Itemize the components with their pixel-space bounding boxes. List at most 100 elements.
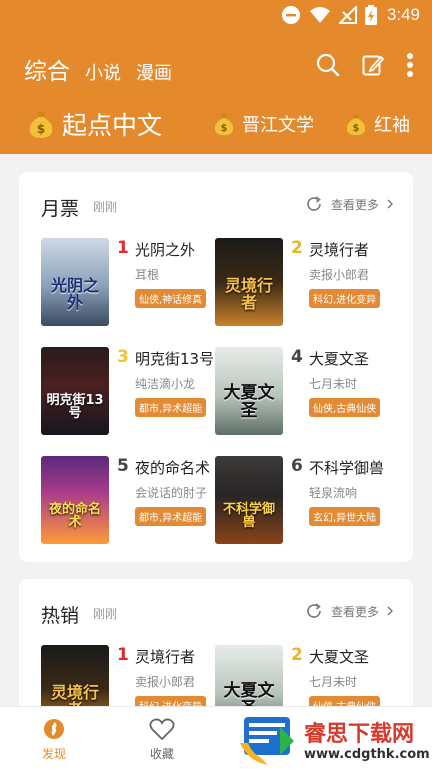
book-author: 会说话的肘子 <box>135 486 208 500</box>
status-icons: 3:49 <box>281 5 420 25</box>
edit-icon[interactable] <box>362 54 384 76</box>
cover-title: 灵境行者 <box>224 276 273 313</box>
nav-label: 收藏 <box>149 747 174 761</box>
status-time: 3:49 <box>386 5 420 24</box>
source-tabs: $ 起点中文 $ 晋江文学 $ 红袖 <box>26 106 432 142</box>
book-rank: 6 <box>291 456 303 476</box>
source-qidian[interactable]: $ 起点中文 <box>26 106 162 142</box>
header-actions <box>316 52 414 78</box>
watermark: 睿思下载网 www.cdgthk.com <box>238 711 432 769</box>
cover-title: 夜的命名术 <box>48 501 101 531</box>
view-more-button[interactable]: 查看更多 <box>305 602 393 620</box>
tab-comic[interactable]: 漫画 <box>136 59 172 85</box>
view-more-button[interactable]: 查看更多 <box>305 195 393 213</box>
book-tags: 仙侠,古典仙侠 <box>309 398 381 417</box>
source-label: 起点中文 <box>62 111 163 140</box>
refresh-icon[interactable] <box>305 195 323 213</box>
nav-favorites[interactable]: 收藏 <box>127 717 197 762</box>
money-bag-icon: $ <box>214 114 234 136</box>
watermark-logo <box>240 717 294 765</box>
book-rank: 2 <box>291 645 303 665</box>
book-title[interactable]: 光阴之外 <box>135 239 195 260</box>
book-cover[interactable]: 大夏文圣 <box>215 347 283 435</box>
book-author: 轻泉流响 <box>309 486 358 500</box>
wifi-icon <box>309 7 330 23</box>
app-header: 综合 小说 漫画 $ 起点中文 $ 晋江文学 $ 红袖 <box>0 32 432 154</box>
chevron-right-icon <box>387 199 393 209</box>
cover-title: 明克街13号 <box>46 392 104 422</box>
money-bag-icon: $ <box>29 112 53 138</box>
discover-icon[interactable] <box>42 717 66 741</box>
status-bar: 3:49 <box>0 0 432 32</box>
category-tabs: 综合 小说 漫画 <box>24 52 172 86</box>
book-tags: 玄幻,异世大陆 <box>309 507 381 526</box>
source-label: 红袖 <box>374 115 411 136</box>
book-rank: 3 <box>117 347 129 367</box>
source-jinjiang[interactable]: $ 晋江文学 <box>212 111 314 137</box>
book-cover[interactable]: 夜的命名术 <box>41 456 109 544</box>
book-cover[interactable]: 明克街13号 <box>41 347 109 435</box>
book-cover[interactable]: 不科学御兽 <box>215 456 283 544</box>
section-updated-time: 刚刚 <box>93 200 118 214</box>
svg-text:$: $ <box>221 123 228 134</box>
book-author: 七月未时 <box>309 675 358 689</box>
section-title: 热销 <box>41 605 80 627</box>
view-more-label: 查看更多 <box>330 604 379 619</box>
section-updated-time: 刚刚 <box>93 607 118 621</box>
minus-circle-icon <box>281 6 300 24</box>
svg-text:$: $ <box>353 123 360 134</box>
book-rank: 5 <box>117 456 129 476</box>
battery-charging-icon <box>364 5 377 25</box>
book-title[interactable]: 夜的命名术 <box>135 457 210 478</box>
book-title[interactable]: 不科学御兽 <box>309 457 384 478</box>
chevron-right-icon <box>387 606 393 616</box>
book-title[interactable]: 大夏文圣 <box>309 348 369 369</box>
search-icon[interactable] <box>316 53 340 77</box>
book-tags: 科幻,进化变异 <box>309 289 381 308</box>
book-tags: 仙侠,神话修真 <box>135 289 207 308</box>
book-title[interactable]: 大夏文圣 <box>309 646 369 667</box>
book-title[interactable]: 灵境行者 <box>135 646 195 667</box>
view-more-label: 查看更多 <box>330 197 379 212</box>
book-item[interactable]: 不科学御兽 6 不科学御兽 轻泉流响 玄幻,异世大陆 <box>215 456 390 546</box>
source-label: 晋江文学 <box>242 115 315 136</box>
book-item[interactable]: 光阴之外 1 光阴之外 耳根 仙侠,神话修真 <box>41 238 216 328</box>
book-rank: 2 <box>291 238 303 258</box>
tab-novel[interactable]: 小说 <box>85 59 121 85</box>
cover-title: 光阴之外 <box>50 276 99 313</box>
book-author: 纯洁滴小龙 <box>135 377 196 391</box>
book-rank: 1 <box>117 238 129 258</box>
book-cover[interactable]: 光阴之外 <box>41 238 109 326</box>
book-title[interactable]: 明克街13号 <box>135 348 214 369</box>
book-author: 卖报小郎君 <box>135 675 196 689</box>
watermark-text: 睿思下载网 <box>304 722 415 747</box>
watermark-url: www.cdgthk.com <box>304 747 430 762</box>
nav-discover[interactable]: 发现 <box>19 717 89 762</box>
ranking-card-monthly: 月票 刚刚 查看更多 光阴之外 1 光阴之外 耳根 仙侠,神话修真 灵境行者 2… <box>19 172 413 562</box>
book-rank: 1 <box>117 645 129 665</box>
more-vert-icon[interactable] <box>406 52 414 78</box>
book-tags: 都市,异术超能 <box>135 398 207 417</box>
book-item[interactable]: 大夏文圣 4 大夏文圣 七月未时 仙侠,古典仙侠 <box>215 347 390 437</box>
heart-icon[interactable] <box>149 717 175 741</box>
cover-title: 大夏文圣 <box>223 383 275 422</box>
cover-title: 不科学御兽 <box>222 501 275 531</box>
book-cover[interactable]: 灵境行者 <box>215 238 283 326</box>
book-item[interactable]: 夜的命名术 5 夜的命名术 会说话的肘子 都市,异术超能 <box>41 456 216 546</box>
book-author: 卖报小郎君 <box>309 268 370 282</box>
book-author: 七月未时 <box>309 377 358 391</box>
money-bag-icon: $ <box>346 114 366 136</box>
no-signal-icon <box>338 6 357 24</box>
book-author: 耳根 <box>135 268 160 282</box>
book-tags: 都市,异术超能 <box>135 507 207 526</box>
nav-label: 发现 <box>41 747 66 761</box>
book-item[interactable]: 灵境行者 2 灵境行者 卖报小郎君 科幻,进化变异 <box>215 238 390 328</box>
refresh-icon[interactable] <box>305 602 323 620</box>
tab-comprehensive[interactable]: 综合 <box>24 52 70 86</box>
book-item[interactable]: 明克街13号 3 明克街13号 纯洁滴小龙 都市,异术超能 <box>41 347 216 437</box>
section-title: 月票 <box>41 198 80 220</box>
svg-text:$: $ <box>37 122 45 136</box>
source-hongxiu[interactable]: $ 红袖 <box>344 111 410 137</box>
book-rank: 4 <box>291 347 303 367</box>
book-title[interactable]: 灵境行者 <box>309 239 369 260</box>
